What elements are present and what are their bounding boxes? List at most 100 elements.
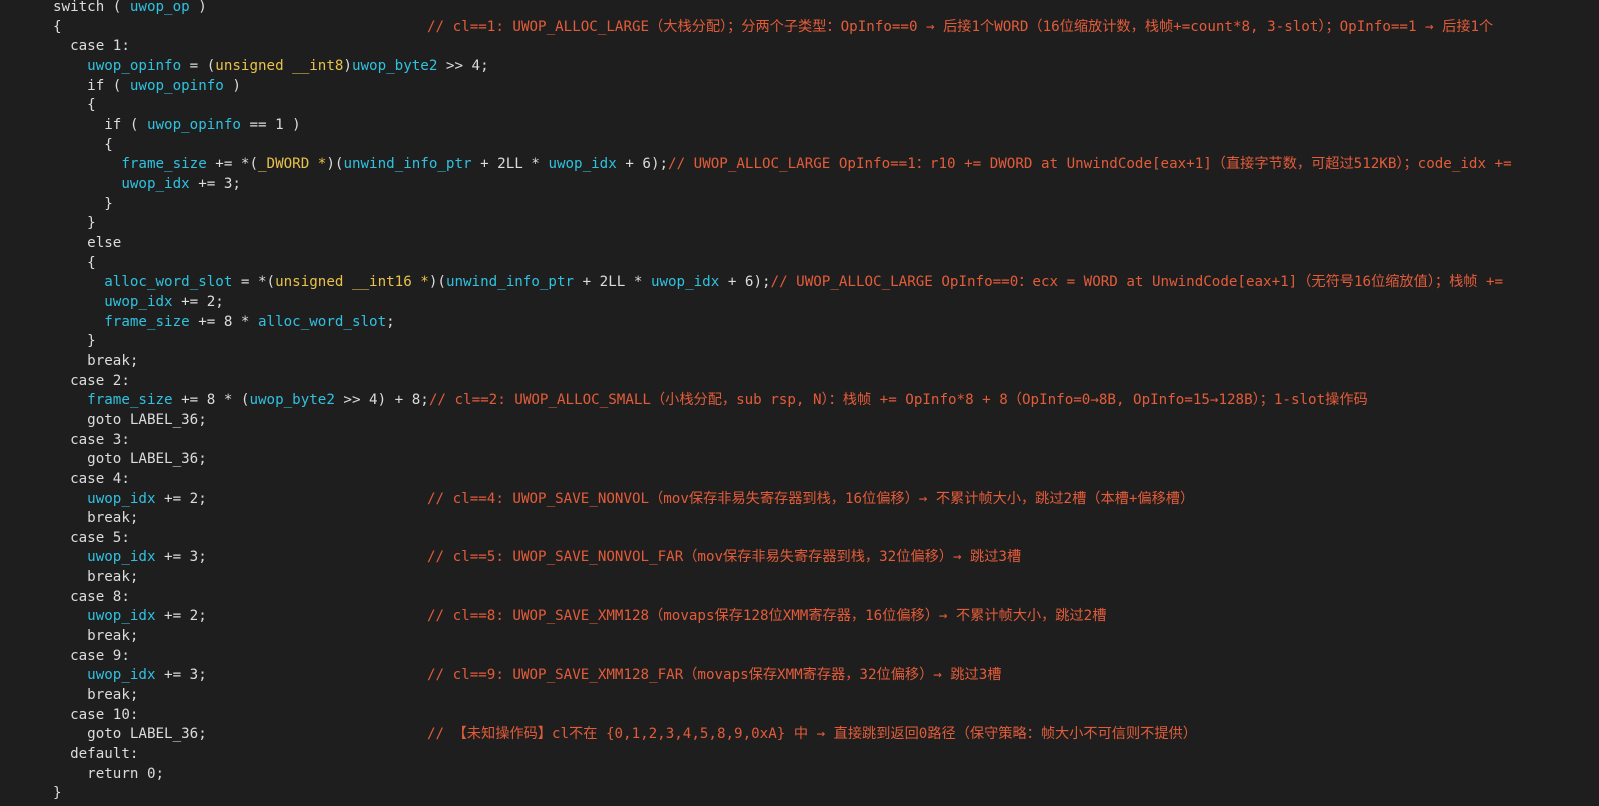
code-line[interactable]: break; [0, 509, 1599, 529]
code-comment: // cl==1: UWOP_ALLOC_LARGE（大栈分配）；分两个子类型：… [427, 18, 1494, 35]
code-token: += 3; [189, 175, 241, 192]
code-line[interactable]: goto LABEL_36; [0, 450, 1599, 470]
code-editor[interactable]: switch ( uwop_op ){// cl==1: UWOP_ALLOC_… [0, 0, 1599, 806]
code-line[interactable]: uwop_idx += 2; // cl==8: UWOP_SAVE_XMM128… [0, 607, 1599, 627]
code-text: case 8: [53, 588, 130, 608]
code-line[interactable]: case 5: [0, 529, 1599, 549]
code-text: break; [53, 568, 138, 588]
code-line[interactable]: break; [0, 627, 1599, 647]
code-text: uwop_idx += 3; [53, 666, 207, 686]
code-line[interactable]: goto LABEL_36; [0, 411, 1599, 431]
code-text: frame_size += 8 * (uwop_byte2 >> 4) + 8;… [53, 391, 1368, 411]
code-text: } [53, 784, 62, 804]
code-line[interactable]: uwop_idx += 3; // cl==5: UWOP_SAVE_NONVOL… [0, 548, 1599, 568]
code-text: case 3: [53, 431, 130, 451]
code-token: goto LABEL_36; [53, 726, 207, 743]
code-line[interactable]: return 0; [0, 765, 1599, 785]
identifier-token: uwop_idx [53, 490, 156, 507]
code-line[interactable]: break; [0, 352, 1599, 372]
code-line[interactable]: if ( uwop_opinfo ) [0, 77, 1599, 97]
code-text: uwop_idx += 2; [53, 293, 224, 313]
identifier-token: uwop_byte2 [249, 392, 335, 409]
identifier-token: uwop_opinfo [146, 116, 241, 133]
code-line[interactable]: uwop_opinfo = (unsigned __int8)uwop_byte… [0, 57, 1599, 77]
code-line[interactable]: uwop_idx += 2; // cl==4: UWOP_SAVE_NONVOL… [0, 490, 1599, 510]
code-token: case 1: [53, 38, 130, 55]
code-line[interactable]: } [0, 784, 1599, 804]
code-line[interactable]: } [0, 214, 1599, 234]
code-line[interactable]: uwop_idx += 2; [0, 293, 1599, 313]
code-line[interactable]: if ( uwop_opinfo == 1 ) [0, 116, 1599, 136]
code-text: default: [53, 745, 138, 765]
code-line[interactable]: else [0, 234, 1599, 254]
code-token: break; [53, 352, 139, 369]
code-token: break; [53, 510, 139, 527]
identifier-token: uwop_idx [53, 667, 156, 684]
code-token: + 2LL * [471, 156, 549, 173]
code-line[interactable]: {// cl==1: UWOP_ALLOC_LARGE（大栈分配）；分两个子类型… [0, 18, 1599, 38]
code-token: >> 4; [437, 57, 489, 74]
code-token: = ( [181, 57, 216, 74]
code-line[interactable]: { [0, 96, 1599, 116]
code-line[interactable]: case 3: [0, 431, 1599, 451]
code-text: goto LABEL_36; [53, 725, 207, 745]
code-token: goto LABEL_36; [53, 451, 207, 468]
code-text: case 2: [53, 372, 130, 392]
identifier-token: uwop_idx [53, 293, 173, 310]
code-line[interactable]: break; [0, 568, 1599, 588]
code-text: goto LABEL_36; [53, 450, 207, 470]
code-line[interactable]: case 9: [0, 647, 1599, 667]
code-token: } [53, 215, 96, 232]
code-line[interactable]: case 2: [0, 372, 1599, 392]
code-line[interactable]: { [0, 254, 1599, 274]
inline-comment: // cl==2: UWOP_ALLOC_SMALL（小栈分配，sub rsp,… [428, 392, 1368, 409]
code-text: break; [53, 352, 138, 372]
code-text: uwop_idx += 3; [53, 175, 241, 195]
code-line[interactable]: } [0, 332, 1599, 352]
code-token: default: [53, 746, 139, 763]
code-token: >> 4) + 8; [334, 392, 429, 409]
code-token: case 10: [53, 706, 139, 723]
code-line[interactable]: default: [0, 745, 1599, 765]
code-line[interactable]: } [0, 195, 1599, 215]
type-token: unsigned __int8 [215, 57, 344, 74]
type-token: unsigned __int16 * [275, 274, 429, 291]
code-line[interactable]: switch ( uwop_op ) [0, 0, 1599, 18]
code-line[interactable]: uwop_idx += 3; // cl==9: UWOP_SAVE_XMM128… [0, 666, 1599, 686]
code-text: case 10: [53, 706, 138, 726]
code-token: + 2LL * [574, 274, 651, 291]
code-line[interactable]: case 1: [0, 37, 1599, 57]
code-line[interactable]: break; [0, 686, 1599, 706]
code-line[interactable]: goto LABEL_36; // 【未知操作码】cl不在 {0,1,2,3,4,… [0, 725, 1599, 745]
code-line[interactable]: case 4: [0, 470, 1599, 490]
code-text: if ( uwop_opinfo ) [53, 77, 241, 97]
identifier-token: unwind_info_ptr [445, 274, 575, 291]
code-line[interactable]: case 10: [0, 706, 1599, 726]
code-token: + 6); [616, 156, 669, 173]
inline-comment: // UWOP_ALLOC_LARGE OpInfo==0：ecx = WORD… [770, 274, 1504, 291]
code-line[interactable]: case 8: [0, 588, 1599, 608]
code-token: } [53, 195, 113, 212]
code-token: += 8 * [189, 313, 259, 330]
identifier-token: uwop_idx [650, 274, 720, 291]
code-line[interactable]: uwop_idx += 3; [0, 175, 1599, 195]
code-token: break; [53, 687, 139, 704]
code-line[interactable]: { [0, 136, 1599, 156]
code-line[interactable]: frame_size += 8 * alloc_word_slot; [0, 313, 1599, 333]
code-token: } [53, 785, 62, 802]
type-token: _DWORD * [258, 156, 327, 173]
code-token: case 2: [53, 372, 130, 389]
code-comment: // cl==9: UWOP_SAVE_XMM128_FAR（movaps保存X… [427, 667, 1002, 684]
code-line[interactable]: alloc_word_slot = *(unsigned __int16 *)(… [0, 273, 1599, 293]
identifier-token: alloc_word_slot [53, 274, 233, 291]
code-text: return 0; [53, 765, 164, 785]
code-text: break; [53, 627, 138, 647]
code-text: } [53, 195, 113, 215]
code-text: frame_size += *(_DWORD *)(unwind_info_pt… [53, 155, 1511, 175]
code-token: case 4: [53, 470, 130, 487]
code-token: else [53, 234, 122, 251]
code-token: ) [189, 0, 207, 15]
code-line[interactable]: frame_size += *(_DWORD *)(unwind_info_pt… [0, 155, 1599, 175]
code-line[interactable]: frame_size += 8 * (uwop_byte2 >> 4) + 8;… [0, 391, 1599, 411]
code-token: += 8 * ( [172, 392, 250, 409]
